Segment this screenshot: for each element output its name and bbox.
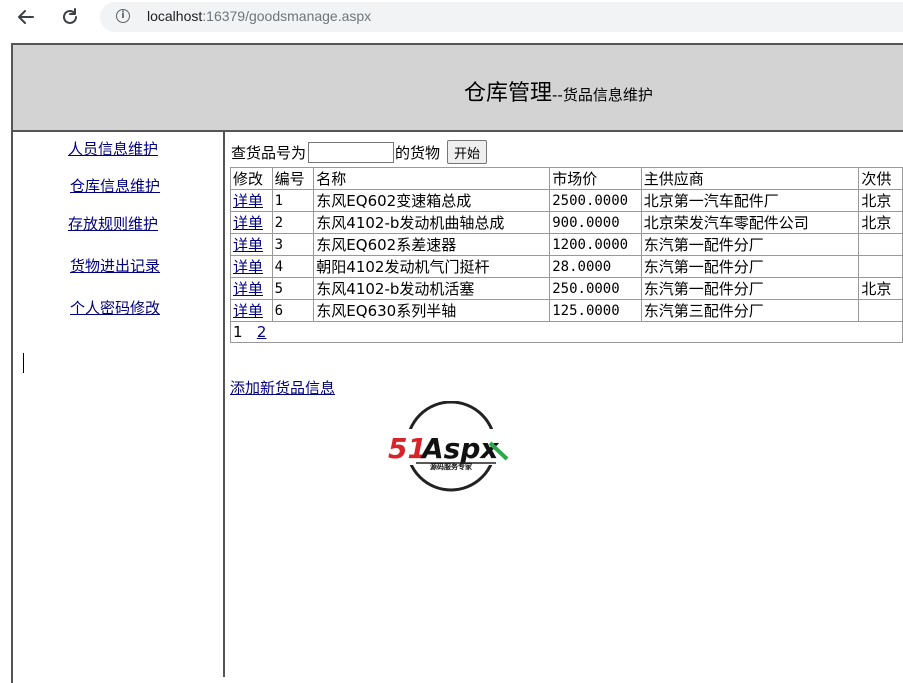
table-row: 详单 2 东风4102-b发动机曲轴总成 900.0000 北京荣发汽车零配件公… (230, 211, 903, 234)
reload-button[interactable] (57, 4, 83, 30)
address-bar[interactable]: i localhost:16379/goodsmanage.aspx (100, 2, 903, 32)
table-row: 详单 6 东风EQ630系列半轴 125.0000 东汽第三配件分厂 (230, 299, 903, 322)
url-host: localhost (147, 8, 203, 24)
title-sub: --货品信息维护 (552, 86, 653, 104)
col-header-edit: 修改 (230, 167, 273, 190)
brand-logo: 51 Aspx 源码服务专家 (386, 400, 516, 493)
cell-supplier: 东汽第一配件分厂 (640, 277, 860, 300)
search-prefix-label: 查货品号为 (231, 143, 307, 162)
detail-link[interactable]: 详单 (233, 236, 263, 254)
back-arrow-icon (18, 10, 34, 24)
title-main: 仓库管理 (464, 81, 553, 106)
cell-supplier2: 北京 (858, 189, 903, 212)
col-header-supplier: 主供应商 (640, 167, 860, 190)
goods-table: 修改 编号 名称 市场价 主供应商 次供 详单 1 东风EQ602变速箱总成 2… (230, 167, 903, 343)
detail-link[interactable]: 详单 (233, 280, 263, 298)
cell-supplier2 (858, 299, 903, 322)
cell-price: 250.0000 (549, 277, 642, 300)
detail-link[interactable]: 详单 (233, 214, 263, 232)
browser-toolbar: i localhost:16379/goodsmanage.aspx (0, 0, 903, 34)
table-row: 详单 4 朝阳4102发动机气门挺杆 28.0000 东汽第一配件分厂 (230, 255, 903, 278)
cell-name: 东风EQ602变速箱总成 (313, 189, 551, 212)
sidebar-item-password[interactable]: 个人密码修改 (70, 297, 160, 318)
table-header-row: 修改 编号 名称 市场价 主供应商 次供 (230, 167, 903, 190)
pager: 1 2 (230, 321, 903, 343)
cell-id: 3 (271, 233, 315, 256)
cell-id: 1 (271, 189, 315, 212)
cell-supplier: 东汽第一配件分厂 (640, 255, 860, 278)
back-button[interactable] (13, 4, 39, 30)
reload-icon (63, 8, 77, 24)
cell-price: 1200.0000 (549, 233, 642, 256)
table-row: 详单 5 东风4102-b发动机活塞 250.0000 东汽第一配件分厂 北京 (230, 277, 903, 300)
pager-next-link[interactable]: 2 (257, 323, 267, 341)
cell-name: 东风EQ602系差速器 (313, 233, 551, 256)
cell-name: 东风4102-b发动机活塞 (313, 277, 551, 300)
sidebar-item-warehouse[interactable]: 仓库信息维护 (70, 175, 160, 196)
cell-supplier2 (858, 233, 903, 256)
col-header-id: 编号 (271, 167, 315, 190)
svg-text:Aspx: Aspx (420, 432, 499, 465)
add-goods-link[interactable]: 添加新货品信息 (230, 377, 335, 398)
cell-supplier: 东汽第三配件分厂 (640, 299, 860, 322)
cell-price: 28.0000 (549, 255, 642, 278)
cell-price: 900.0000 (549, 211, 642, 234)
sidebar-item-storage-rules[interactable]: 存放规则维护 (68, 213, 158, 234)
goods-id-input[interactable] (308, 141, 395, 163)
text-caret (23, 353, 24, 373)
url-text: localhost:16379/goodsmanage.aspx (147, 8, 371, 24)
logo-graphic: 51 Aspx 源码服务专家 (386, 400, 516, 492)
col-header-price: 市场价 (549, 167, 642, 190)
page-header: 仓库管理--货品信息维护 (13, 45, 903, 132)
cell-id: 6 (271, 299, 315, 322)
table-row: 详单 1 东风EQ602变速箱总成 2500.0000 北京第一汽车配件厂 北京 (230, 189, 903, 212)
cell-supplier2: 北京 (858, 211, 903, 234)
page: 仓库管理--货品信息维护 人员信息维护 仓库信息维护 存放规则维护 货物进出记录… (0, 34, 903, 683)
cell-supplier2: 北京 (858, 277, 903, 300)
search-suffix-label: 的货物 (395, 143, 441, 162)
cell-supplier2 (858, 255, 903, 278)
cell-id: 2 (271, 211, 315, 234)
cell-supplier: 北京荣发汽车零配件公司 (640, 211, 860, 234)
cell-id: 5 (271, 277, 315, 300)
col-header-supplier2: 次供 (858, 167, 903, 190)
pager-current: 1 (233, 323, 243, 341)
cell-name: 东风4102-b发动机曲轴总成 (313, 211, 551, 234)
detail-link[interactable]: 详单 (233, 258, 263, 276)
cell-supplier: 北京第一汽车配件厂 (640, 189, 860, 212)
sidebar-item-staff[interactable]: 人员信息维护 (68, 138, 158, 159)
detail-link[interactable]: 详单 (233, 192, 263, 210)
search-start-button[interactable]: 开始 (447, 140, 488, 164)
col-header-name: 名称 (313, 167, 551, 190)
info-icon[interactable]: i (116, 9, 130, 23)
logo-tagline: 源码服务专家 (430, 462, 473, 471)
cell-name: 朝阳4102发动机气门挺杆 (313, 255, 551, 278)
table-row: 详单 3 东风EQ602系差速器 1200.0000 东汽第一配件分厂 (230, 233, 903, 256)
pager-row: 1 2 (230, 321, 903, 343)
cell-supplier: 东汽第一配件分厂 (640, 233, 860, 256)
cell-price: 125.0000 (549, 299, 642, 322)
page-title: 仓库管理--货品信息维护 (464, 75, 653, 107)
url-path: :16379/goodsmanage.aspx (202, 8, 372, 24)
cell-id: 4 (271, 255, 315, 278)
cell-name: 东风EQ630系列半轴 (313, 299, 551, 322)
detail-link[interactable]: 详单 (233, 302, 263, 320)
sidebar-item-goods-records[interactable]: 货物进出记录 (70, 255, 160, 276)
search-bar: 查货品号为 的货物 开始 (231, 140, 488, 164)
cell-price: 2500.0000 (549, 189, 642, 212)
sidebar-divider (223, 132, 225, 677)
